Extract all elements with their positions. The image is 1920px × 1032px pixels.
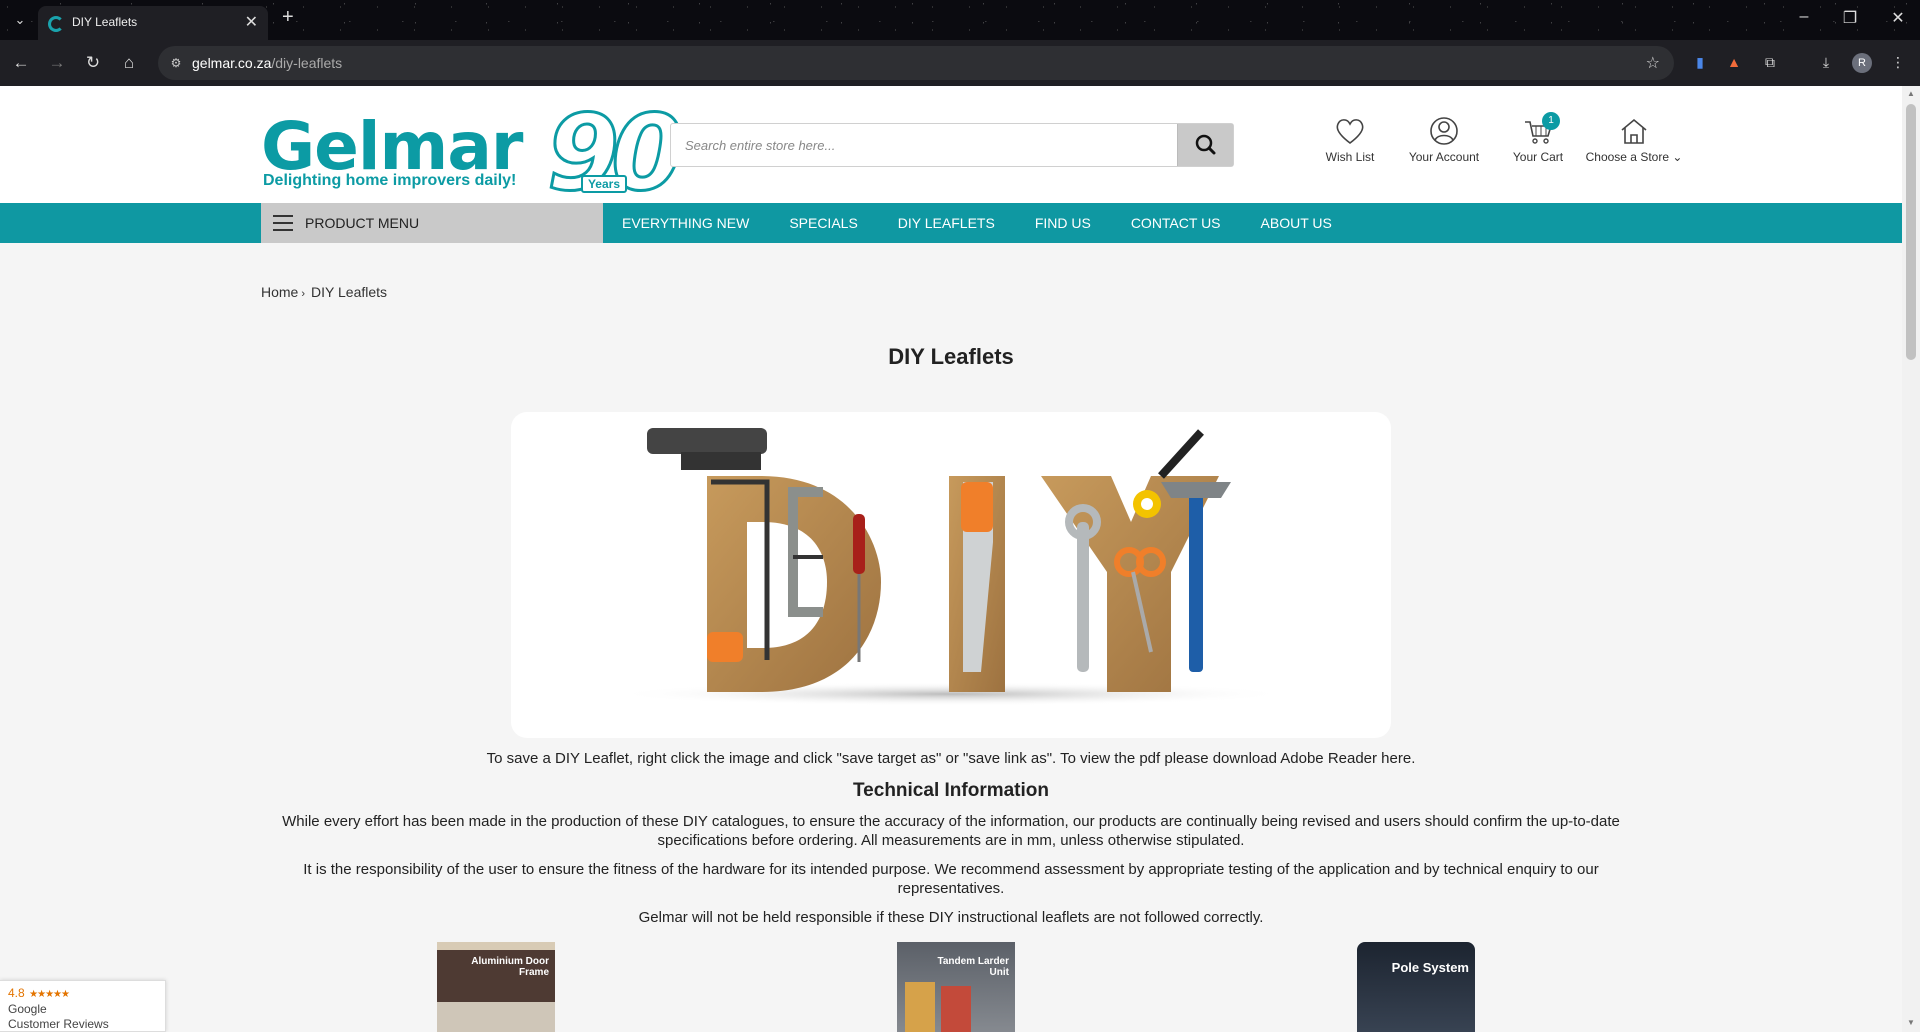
site-favicon-icon [48,16,64,32]
nav-diy-leaflets[interactable]: DIY LEAFLETS [898,203,1035,243]
tab-close-icon[interactable]: ✕ [245,12,258,32]
nav-about-us[interactable]: ABOUT US [1261,203,1372,243]
tab-title: DIY Leaflets [72,15,138,29]
leaflet-pole-system[interactable]: Pole System [1357,942,1475,1032]
extension-icon[interactable]: ▲ [1724,52,1744,72]
window-close-icon[interactable]: ✕ [1886,8,1910,28]
save-instructions: To save a DIY Leaflet, right click the i… [486,750,1416,767]
main-nav: PRODUCT MENU EVERYTHING NEW SPECIALS DIY… [0,203,1902,243]
site-info-icon[interactable]: ⚙ [168,55,184,71]
search-icon [1195,134,1216,155]
leaflet-tandem-larder-unit[interactable]: Tandem Larder Unit [897,942,1015,1032]
page-viewport: Gelmar Delighting home improvers daily! … [0,86,1902,1032]
url-text[interactable]: gelmar.co.za/diy-leaflets [192,55,342,71]
home-store-icon [1621,118,1647,144]
site-header: Gelmar Delighting home improvers daily! … [0,86,1902,216]
gelmar-logo[interactable]: Gelmar Delighting home improvers daily! … [261,91,685,216]
restore-icon[interactable]: ❐ [1838,8,1862,28]
diy-banner-image [511,412,1391,738]
logo-years-label: Years [581,175,627,193]
address-bar[interactable]: ⚙ gelmar.co.za/diy-leaflets ☆ [158,46,1674,80]
scroll-down-arrow-icon[interactable]: ▼ [1906,1018,1916,1027]
scroll-up-arrow-icon[interactable]: ▲ [1906,89,1916,98]
home-icon[interactable]: ⌂ [118,52,140,74]
browser-menu-icon[interactable]: ⋮ [1888,52,1908,72]
user-icon [1430,117,1458,145]
logo-tagline: Delighting home improvers daily! [263,172,517,189]
choose-store-label: Choose a Store ⌄ [1585,150,1683,164]
leaflet-title: Aluminium Door Frame [471,956,549,978]
google-label: Google [8,1002,47,1016]
nav-everything-new[interactable]: EVERYTHING NEW [622,203,789,243]
rating-stars-icon: ★★★★★ [29,989,70,1000]
diy-tools-illustration [611,428,1291,706]
nav-specials[interactable]: SPECIALS [789,203,897,243]
account-label: Your Account [1408,150,1480,164]
leaflet-aluminium-door-frame[interactable]: Aluminium Door Frame [437,942,555,1032]
tech-paragraph-accuracy: While every effort has been made in the … [282,813,1620,849]
browser-tab-strip: ⌄ DIY Leaflets ✕ + – ❐ ✕ [0,0,1920,40]
download-icon[interactable]: ⤓ [1816,52,1836,72]
leaflet-title: Pole System [1391,960,1469,975]
page-scrollbar[interactable]: ▲ ▼ [1902,86,1920,1032]
breadcrumb-current: DIY Leaflets [311,284,388,300]
cart-count-badge: 1 [1542,112,1560,130]
tab-search-icon[interactable]: ⌄ [12,12,28,28]
breadcrumb-home[interactable]: Home [261,284,298,300]
extension-icon[interactable]: ▮ [1690,52,1710,72]
nav-links: EVERYTHING NEW SPECIALS DIY LEAFLETS FIN… [622,203,1372,243]
breadcrumb: Home › DIY Leaflets [261,284,387,300]
bookmark-star-icon[interactable]: ☆ [1646,53,1660,73]
choose-store-link[interactable]: Choose a Store ⌄ [1572,116,1696,164]
forward-arrow-icon[interactable]: → [46,52,68,74]
extensions-puzzle-icon[interactable]: ⧉ [1760,52,1780,72]
search-input[interactable] [671,124,1177,166]
tech-paragraph-disclaimer: Gelmar will not be held responsible if t… [638,909,1264,926]
logo-anniversary-number: 90 [546,91,686,216]
browser-tab[interactable]: DIY Leaflets ✕ [38,6,268,40]
new-tab-button[interactable]: + [282,6,294,29]
leaflet-title: Tandem Larder Unit [937,956,1010,978]
breadcrumb-separator: › [301,288,306,300]
wish-list-link[interactable]: Wish List [1300,116,1400,164]
tech-paragraph-responsibility: It is the responsibility of the user to … [303,861,1599,897]
google-rating: 4.8 [8,986,25,1000]
wish-list-label: Wish List [1325,150,1375,164]
heart-icon [1336,119,1364,145]
customer-reviews-label: Customer Reviews [8,1017,109,1031]
account-link[interactable]: Your Account [1394,116,1494,164]
hamburger-icon [273,215,293,231]
browser-toolbar: ← → ↻ ⌂ ⚙ gelmar.co.za/diy-leaflets ☆ ▮ … [0,40,1920,86]
profile-avatar[interactable]: R [1852,53,1872,73]
nav-find-us[interactable]: FIND US [1035,203,1131,243]
product-menu-button[interactable]: PRODUCT MENU [261,203,603,243]
minimize-icon[interactable]: – [1792,8,1816,26]
back-arrow-icon[interactable]: ← [10,52,32,74]
page-title: DIY Leaflets [888,344,1014,369]
search-button[interactable] [1177,124,1233,166]
scrollbar-thumb[interactable] [1906,104,1916,360]
reload-icon[interactable]: ↻ [82,52,104,74]
technical-information-heading: Technical Information [852,780,1049,801]
product-menu-label: PRODUCT MENU [305,215,420,231]
nav-contact-us[interactable]: CONTACT US [1131,203,1261,243]
google-reviews-badge[interactable]: 4.8 ★★★★★ Google Customer Reviews [0,980,166,1032]
search-box [670,123,1234,167]
